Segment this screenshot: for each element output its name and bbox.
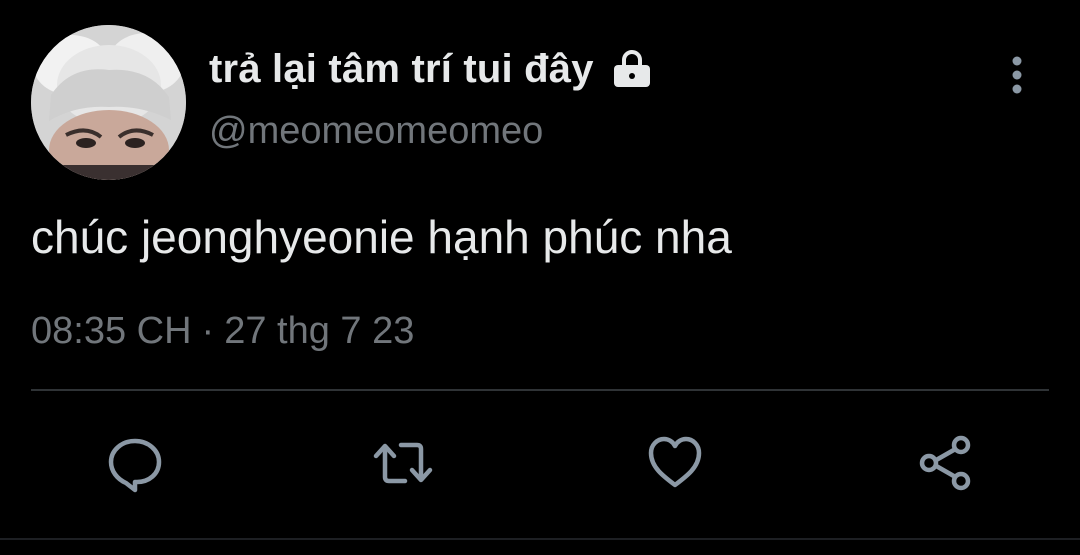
- retweet-arrows-icon: [373, 442, 433, 484]
- like-button[interactable]: [642, 430, 708, 496]
- avatar[interactable]: [31, 25, 186, 180]
- meta-separator: ·: [201, 310, 215, 352]
- avatar-image: [31, 25, 186, 180]
- action-bar: [0, 430, 1080, 496]
- tweet-date: 27 thg 7 23: [224, 310, 415, 352]
- vertical-ellipsis-icon: [1012, 56, 1022, 94]
- retweet-button[interactable]: [370, 430, 436, 496]
- tweet-detail: trả lại tâm trí tui đây @meomeomeomeo ch…: [0, 0, 1080, 555]
- heart-icon: [648, 436, 702, 488]
- bottom-divider: [0, 538, 1080, 540]
- tweet-text: chúc jeonghyeonie hạnh phúc nha: [31, 211, 732, 263]
- user-handle[interactable]: @meomeomeomeo: [209, 110, 543, 153]
- tweet-time: 08:35 CH: [31, 310, 192, 352]
- display-name[interactable]: trả lại tâm trí tui đây: [209, 47, 594, 92]
- tweet-timestamp[interactable]: 08:35 CH · 27 thg 7 23: [31, 310, 414, 353]
- reply-button[interactable]: [102, 430, 168, 496]
- display-name-row[interactable]: trả lại tâm trí tui đây: [209, 44, 654, 94]
- divider: [31, 389, 1049, 391]
- speech-bubble-icon: [108, 438, 162, 493]
- share-nodes-icon: [919, 435, 971, 491]
- more-options-button[interactable]: [996, 50, 1038, 100]
- share-button[interactable]: [912, 430, 978, 496]
- lock-icon: [613, 50, 650, 87]
